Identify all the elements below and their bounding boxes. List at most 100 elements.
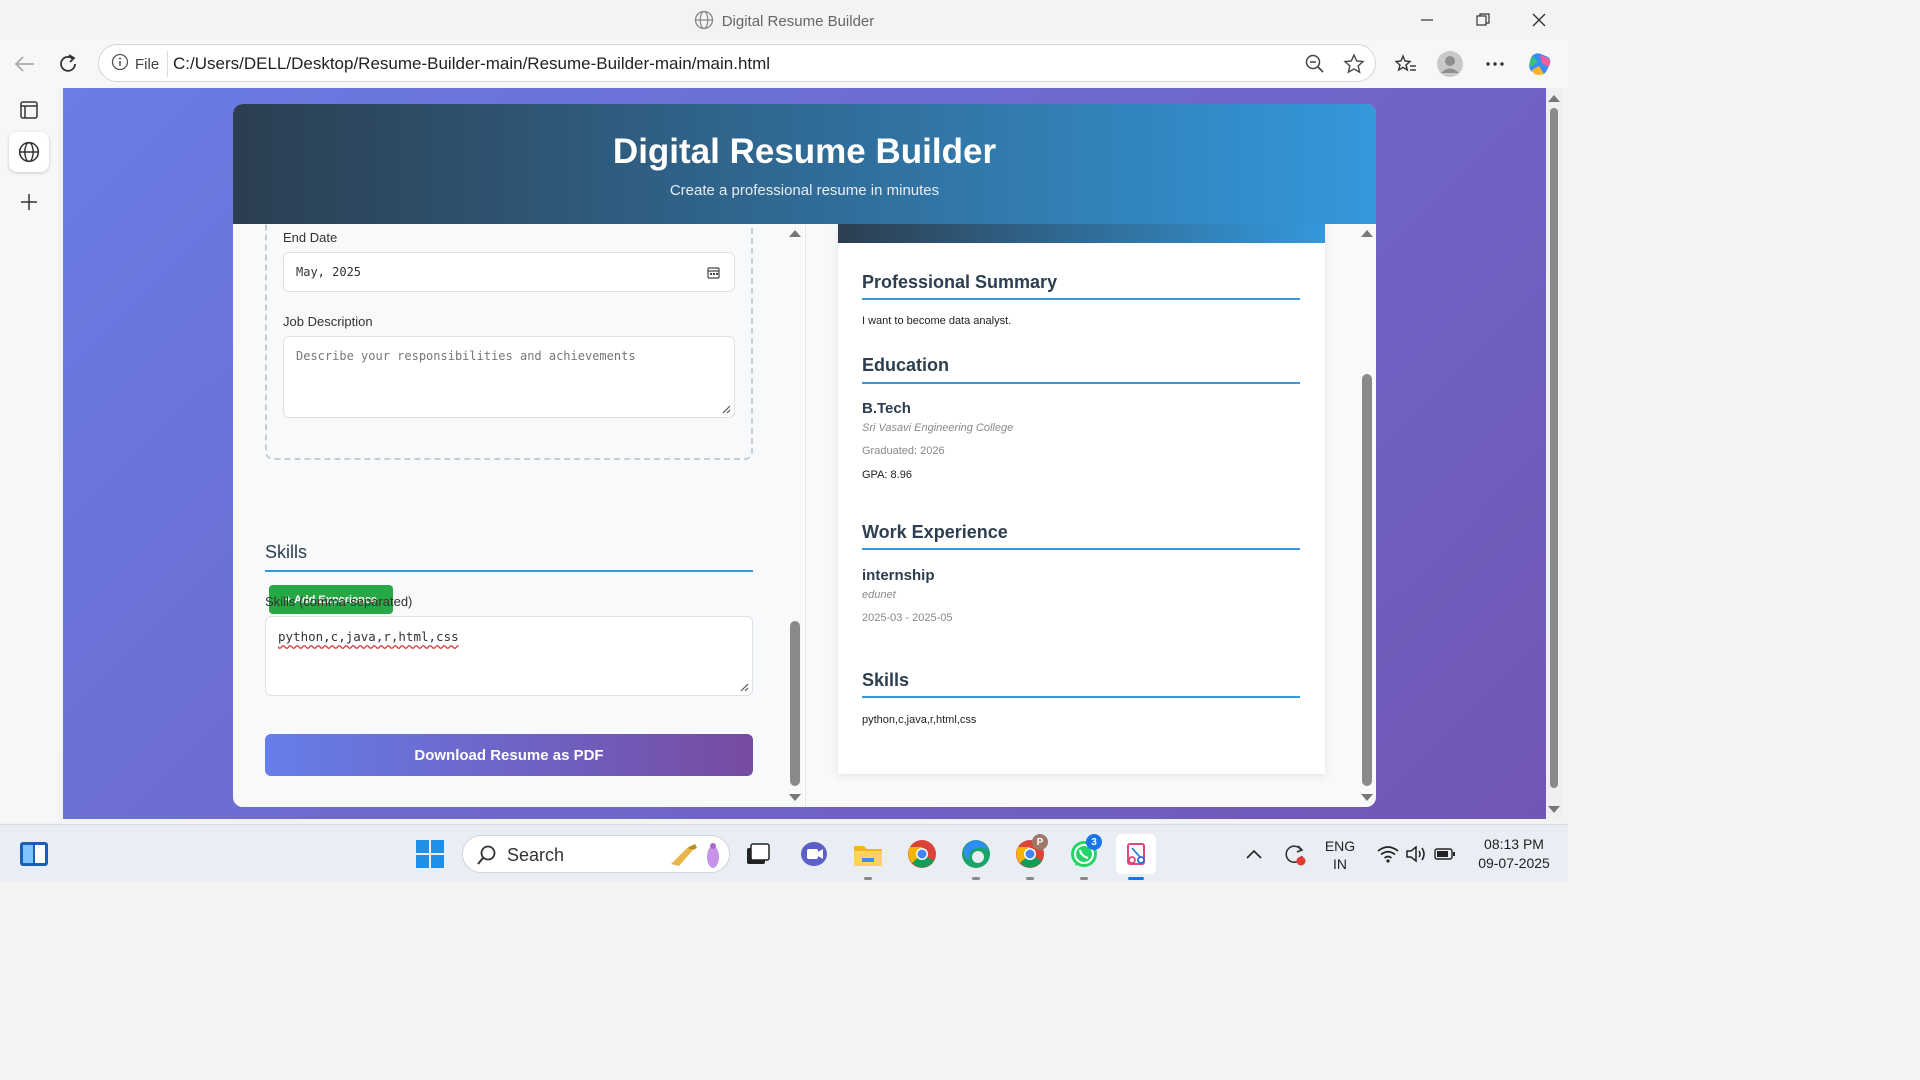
region-code: IN	[1333, 856, 1347, 872]
whatsapp-icon[interactable]: 3	[1064, 834, 1104, 880]
copilot-icon[interactable]	[1522, 46, 1558, 82]
pane-divider	[805, 224, 806, 807]
skills-textarea[interactable]: python,c,java,r,html,css	[265, 616, 753, 696]
url-text[interactable]: C:/Users/DELL/Desktop/Resume-Builder-mai…	[173, 54, 770, 74]
chrome-profile-icon[interactable]: P	[1010, 834, 1050, 880]
job-title: internship	[862, 567, 935, 584]
skills-heading: Skills	[862, 670, 910, 690]
end-date-input[interactable]: May, 2025	[283, 252, 735, 292]
job-dates: 2025-03 - 2025-05	[862, 612, 953, 624]
scroll-down-arrow-icon[interactable]	[1548, 806, 1560, 814]
page-scroll-thumb[interactable]	[1550, 108, 1558, 788]
resume-preview: Professional Summary I want to become da…	[838, 224, 1325, 774]
preview-scrollbar[interactable]	[1359, 224, 1375, 807]
taskbar: Search P 3 ENG IN 08:13 PM 09-07-2025	[0, 824, 1568, 882]
scroll-down-arrow-icon[interactable]	[1361, 794, 1373, 801]
gpa-text: GPA: 8.96	[862, 469, 912, 481]
new-tab-icon[interactable]	[9, 182, 49, 222]
file-chip-label: File	[135, 55, 160, 73]
minimize-button[interactable]	[1407, 6, 1447, 34]
work-divider	[862, 548, 1300, 550]
sync-status-icon[interactable]	[1274, 834, 1314, 874]
favorites-icon[interactable]	[1388, 46, 1424, 82]
resize-handle-icon[interactable]	[721, 404, 731, 414]
scroll-down-arrow-icon[interactable]	[789, 794, 801, 801]
scroll-up-arrow-icon[interactable]	[789, 230, 801, 237]
job-description-textarea[interactable]: Describe your responsibilities and achie…	[283, 336, 735, 418]
widgets-icon[interactable]	[14, 834, 54, 874]
active-indicator	[1128, 877, 1144, 880]
summary-divider	[862, 298, 1300, 300]
start-windows-icon[interactable]	[410, 834, 450, 874]
battery-icon[interactable]	[1425, 834, 1465, 874]
page-scrollbar[interactable]	[1546, 88, 1562, 819]
edge-icon[interactable]	[956, 834, 996, 880]
preview-pane[interactable]: Professional Summary I want to become da…	[805, 224, 1376, 807]
window-titlebar: Digital Resume Builder	[0, 0, 1568, 40]
resize-handle-icon[interactable]	[739, 682, 749, 692]
download-pdf-button[interactable]: Download Resume as PDF	[265, 734, 753, 776]
running-indicator	[1080, 877, 1088, 880]
form-scrollbar[interactable]	[787, 224, 803, 807]
taskbar-search-box[interactable]: Search	[462, 835, 730, 873]
tab-actions-icon[interactable]	[9, 90, 49, 130]
language-indicator[interactable]: ENG IN	[1318, 837, 1362, 873]
graduation-year: Graduated: 2026	[862, 445, 945, 457]
page-header: Digital Resume Builder Create a professi…	[233, 104, 1376, 224]
calendar-icon[interactable]	[707, 266, 720, 282]
resume-builder-container: Digital Resume Builder Create a professi…	[233, 104, 1376, 807]
work-heading: Work Experience	[862, 522, 1008, 542]
snipping-tool-icon[interactable]	[1116, 834, 1156, 880]
info-icon	[111, 53, 129, 75]
favorite-star-icon[interactable]	[1341, 51, 1367, 77]
show-hidden-icons-chevron-icon[interactable]	[1234, 834, 1274, 874]
tab-current-page[interactable]	[9, 132, 49, 172]
form-pane[interactable]: End Date May, 2025 Job Description Descr…	[233, 224, 803, 807]
institution-name: Sri Vasavi Engineering College	[862, 422, 1014, 434]
form-scroll-thumb[interactable]	[790, 621, 800, 786]
more-menu-icon[interactable]	[1477, 46, 1513, 82]
company-name: edunet	[862, 589, 896, 601]
address-bar[interactable]: File C:/Users/DELL/Desktop/Resume-Builde…	[98, 44, 1376, 82]
globe-icon	[694, 10, 714, 34]
profile-badge: P	[1032, 834, 1048, 850]
back-button[interactable]	[6, 46, 42, 82]
skills-input-value: python,c,java,r,html,css	[278, 629, 459, 644]
teams-meet-icon[interactable]	[794, 834, 834, 874]
skills-divider	[862, 696, 1300, 698]
summary-text: I want to become data analyst.	[862, 315, 1012, 327]
education-divider	[862, 382, 1300, 384]
clock-time: 08:13 PM	[1484, 836, 1544, 852]
restore-button[interactable]	[1463, 6, 1503, 34]
end-date-value: May, 2025	[296, 265, 362, 279]
notification-badge: 3	[1086, 834, 1102, 850]
profile-avatar[interactable]	[1432, 46, 1468, 82]
running-indicator	[1026, 877, 1034, 880]
skills-section-title: Skills	[265, 542, 308, 562]
scroll-up-arrow-icon[interactable]	[1361, 230, 1373, 237]
skills-text: python,c,java,r,html,css	[862, 714, 977, 726]
resume-header-strip	[838, 224, 1325, 243]
page-title: Digital Resume Builder	[612, 132, 997, 171]
job-description-placeholder: Describe your responsibilities and achie…	[296, 349, 636, 363]
experience-entry-card: End Date May, 2025 Job Description Descr…	[265, 224, 753, 460]
window-title: Digital Resume Builder	[0, 10, 1568, 34]
chrome-icon[interactable]	[902, 834, 942, 874]
browser-toolbar: File C:/Users/DELL/Desktop/Resume-Builde…	[0, 40, 1568, 88]
close-window-button[interactable]	[1519, 6, 1559, 34]
site-info-chip[interactable]: File	[107, 51, 169, 77]
task-view-icon[interactable]	[738, 834, 778, 874]
zoom-out-icon[interactable]	[1302, 51, 1328, 77]
language-code: ENG	[1324, 838, 1356, 854]
scroll-up-arrow-icon[interactable]	[1548, 94, 1560, 102]
reload-button[interactable]	[50, 46, 86, 82]
end-date-label: End Date	[283, 230, 338, 245]
search-icon	[477, 845, 497, 870]
page-subtitle: Create a professional resume in minutes	[669, 182, 940, 199]
running-indicator	[972, 877, 980, 880]
preview-scroll-thumb[interactable]	[1362, 374, 1372, 786]
file-explorer-icon[interactable]	[848, 834, 888, 880]
clock-date: 09-07-2025	[1478, 855, 1550, 871]
running-indicator	[864, 877, 872, 880]
clock[interactable]: 08:13 PM 09-07-2025	[1466, 835, 1562, 873]
